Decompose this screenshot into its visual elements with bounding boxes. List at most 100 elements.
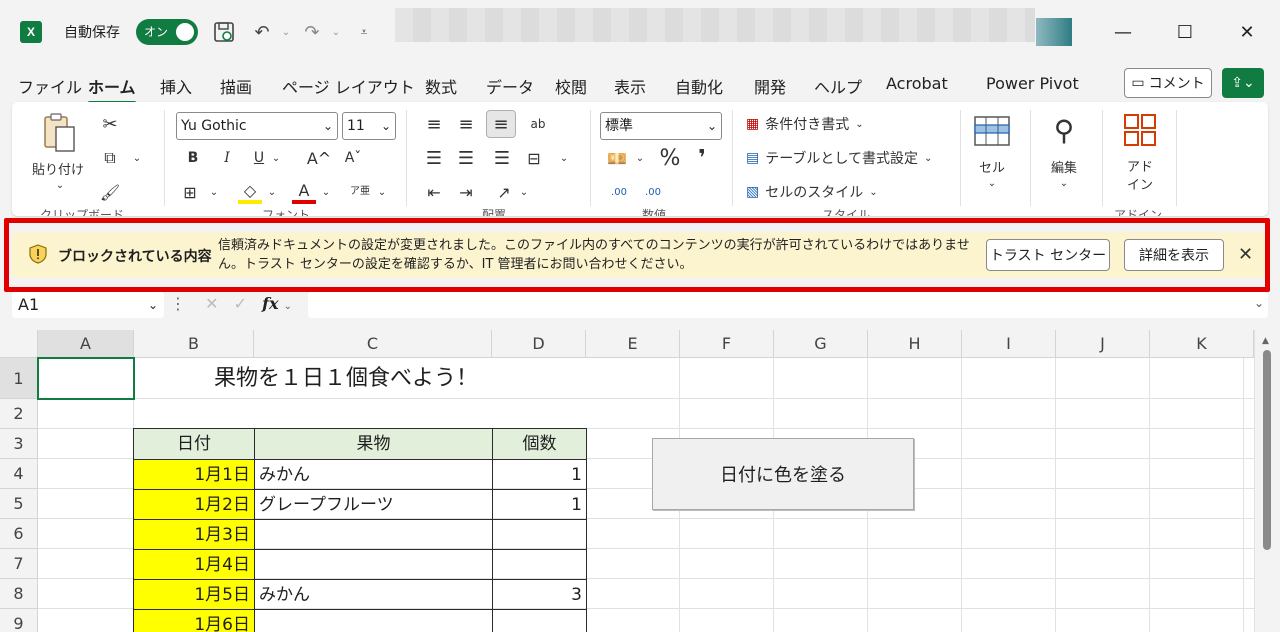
paste-icon[interactable] <box>40 110 80 156</box>
color-dates-macro-button[interactable]: 日付に色を塗る <box>652 438 914 510</box>
row-header-4[interactable]: 4 <box>0 459 38 489</box>
count-cell[interactable]: 3 <box>492 579 587 610</box>
orientation-icon[interactable]: ↗ <box>492 180 516 204</box>
undo-dropdown-icon[interactable]: ⌄ <box>274 20 298 44</box>
cancel-icon[interactable]: ✕ <box>205 294 218 313</box>
bold-button[interactable]: B <box>182 146 204 170</box>
tab-review[interactable]: 校閲 <box>555 74 587 98</box>
scroll-up-icon[interactable]: ▲ <box>1262 336 1269 346</box>
tab-file[interactable]: ファイル <box>18 74 82 98</box>
date-cell[interactable]: 1月3日 <box>133 519 255 550</box>
count-cell[interactable]: 1 <box>492 459 587 490</box>
column-header-g[interactable]: G <box>774 330 868 358</box>
row-header-3[interactable]: 3 <box>0 429 38 459</box>
format-as-table-button[interactable]: ▤ テーブルとして書式設定 ⌄ <box>746 146 946 170</box>
active-cell-a1[interactable] <box>37 357 135 400</box>
undo-icon[interactable]: ↶ <box>250 20 274 44</box>
underline-button[interactable]: U <box>248 146 270 170</box>
name-box[interactable]: A1 ⌄ <box>12 292 164 318</box>
maximize-icon[interactable]: ☐ <box>1170 18 1200 46</box>
redo-icon[interactable]: ↷ <box>300 20 324 44</box>
minimize-icon[interactable]: — <box>1108 18 1138 46</box>
column-header-e[interactable]: E <box>586 330 680 358</box>
percent-button[interactable]: % <box>658 144 682 172</box>
currency-icon[interactable]: 💴 <box>604 146 630 170</box>
borders-dropdown-icon[interactable]: ⌄ <box>208 184 220 200</box>
count-cell[interactable] <box>492 609 587 632</box>
tab-automate[interactable]: 自動化 <box>675 74 723 98</box>
tab-data[interactable]: データ <box>486 74 534 98</box>
merge-center-icon[interactable]: ⊟ <box>522 146 546 170</box>
row-header-1[interactable]: 1 <box>0 358 38 399</box>
tab-developer[interactable]: 開発 <box>754 74 786 98</box>
scrollbar-thumb[interactable] <box>1263 350 1271 550</box>
align-middle-icon[interactable]: ≡ <box>454 112 478 136</box>
column-header-a[interactable]: A <box>38 330 134 358</box>
redo-dropdown-icon[interactable]: ⌄ <box>324 20 348 44</box>
customize-qat-icon[interactable]: ⩡ <box>352 20 376 44</box>
row-header-9[interactable]: 9 <box>0 609 38 632</box>
edit-dropdown-icon[interactable]: ⌄ <box>1058 176 1070 190</box>
fill-color-icon[interactable]: ◇ <box>238 180 262 204</box>
column-header-j[interactable]: J <box>1056 330 1150 358</box>
row-header-7[interactable]: 7 <box>0 549 38 579</box>
date-cell[interactable]: 1月5日 <box>133 579 255 610</box>
header-date-cell[interactable]: 日付 <box>133 428 255 460</box>
fruit-cell[interactable] <box>254 609 493 632</box>
user-avatar[interactable] <box>1036 18 1072 46</box>
borders-icon[interactable]: ⊞ <box>178 180 202 204</box>
paste-label[interactable]: 貼り付け <box>26 158 90 178</box>
date-cell[interactable]: 1月1日 <box>133 459 255 490</box>
tab-insert[interactable]: 挿入 <box>160 74 192 98</box>
fruit-cell[interactable] <box>254 519 493 550</box>
search-icon[interactable]: ⚲ <box>1044 110 1084 150</box>
edit-label[interactable]: 編集 <box>1044 156 1084 176</box>
addins-icon[interactable] <box>1120 110 1160 150</box>
orientation-dropdown-icon[interactable]: ⌄ <box>518 184 530 200</box>
vertical-scrollbar[interactable]: ▲ <box>1254 330 1280 632</box>
font-color-button[interactable]: A <box>292 180 316 204</box>
share-button[interactable]: ⇪⌄ <box>1222 68 1264 98</box>
font-shrink-button[interactable]: Aˇ <box>340 146 366 170</box>
date-cell[interactable]: 1月6日 <box>133 609 255 632</box>
currency-dropdown-icon[interactable]: ⌄ <box>634 150 646 166</box>
cell-styles-button[interactable]: ▧ セルのスタイル ⌄ <box>746 180 896 204</box>
conditional-format-button[interactable]: ▦ 条件付き書式 ⌄ <box>746 112 886 136</box>
italic-button[interactable]: I <box>216 146 238 170</box>
tab-help[interactable]: ヘルプ <box>814 74 862 98</box>
tab-draw[interactable]: 描画 <box>220 74 252 98</box>
fruit-cell[interactable]: みかん <box>254 459 493 490</box>
tab-power-pivot[interactable]: Power Pivot <box>986 74 1079 93</box>
number-format-select[interactable]: 標準 ⌄ <box>600 112 722 140</box>
row-header-6[interactable]: 6 <box>0 519 38 549</box>
tab-view[interactable]: 表示 <box>614 74 646 98</box>
date-cell[interactable]: 1月4日 <box>133 549 255 580</box>
underline-dropdown-icon[interactable]: ⌄ <box>270 150 282 166</box>
font-color-dropdown-icon[interactable]: ⌄ <box>320 184 332 200</box>
column-header-i[interactable]: I <box>962 330 1056 358</box>
decrease-decimal-icon[interactable]: .00 <box>640 180 666 204</box>
align-left-icon[interactable]: ☰ <box>422 146 446 170</box>
cells-icon[interactable] <box>972 110 1012 150</box>
column-header-f[interactable]: F <box>680 330 774 358</box>
align-top-icon[interactable]: ≡ <box>422 112 446 136</box>
cells-label[interactable]: セル <box>972 156 1012 176</box>
phonetic-icon[interactable]: ア亜 <box>348 180 372 204</box>
column-header-c[interactable]: C <box>254 330 492 358</box>
count-cell[interactable] <box>492 549 587 580</box>
addins-label-line2[interactable]: イン <box>1120 174 1160 193</box>
column-header-d[interactable]: D <box>492 330 586 358</box>
fruit-cell[interactable]: みかん <box>254 579 493 610</box>
increase-decimal-icon[interactable]: .00 <box>606 180 632 204</box>
phonetic-dropdown-icon[interactable]: ⌄ <box>376 184 388 200</box>
align-right-icon[interactable]: ☰ <box>490 146 514 170</box>
format-painter-icon[interactable]: 🖌 <box>98 180 122 204</box>
font-size-select[interactable]: 11 ⌄ <box>342 112 396 140</box>
fill-color-dropdown-icon[interactable]: ⌄ <box>266 184 278 200</box>
formula-input[interactable]: ⌄ <box>308 292 1268 318</box>
addins-label-line1[interactable]: アド <box>1120 156 1160 175</box>
autosave-toggle[interactable]: オン <box>136 19 198 45</box>
select-all-corner[interactable] <box>0 330 38 358</box>
insert-function-icon[interactable]: fx <box>262 294 278 313</box>
copy-icon[interactable]: ⧉ <box>98 146 122 170</box>
